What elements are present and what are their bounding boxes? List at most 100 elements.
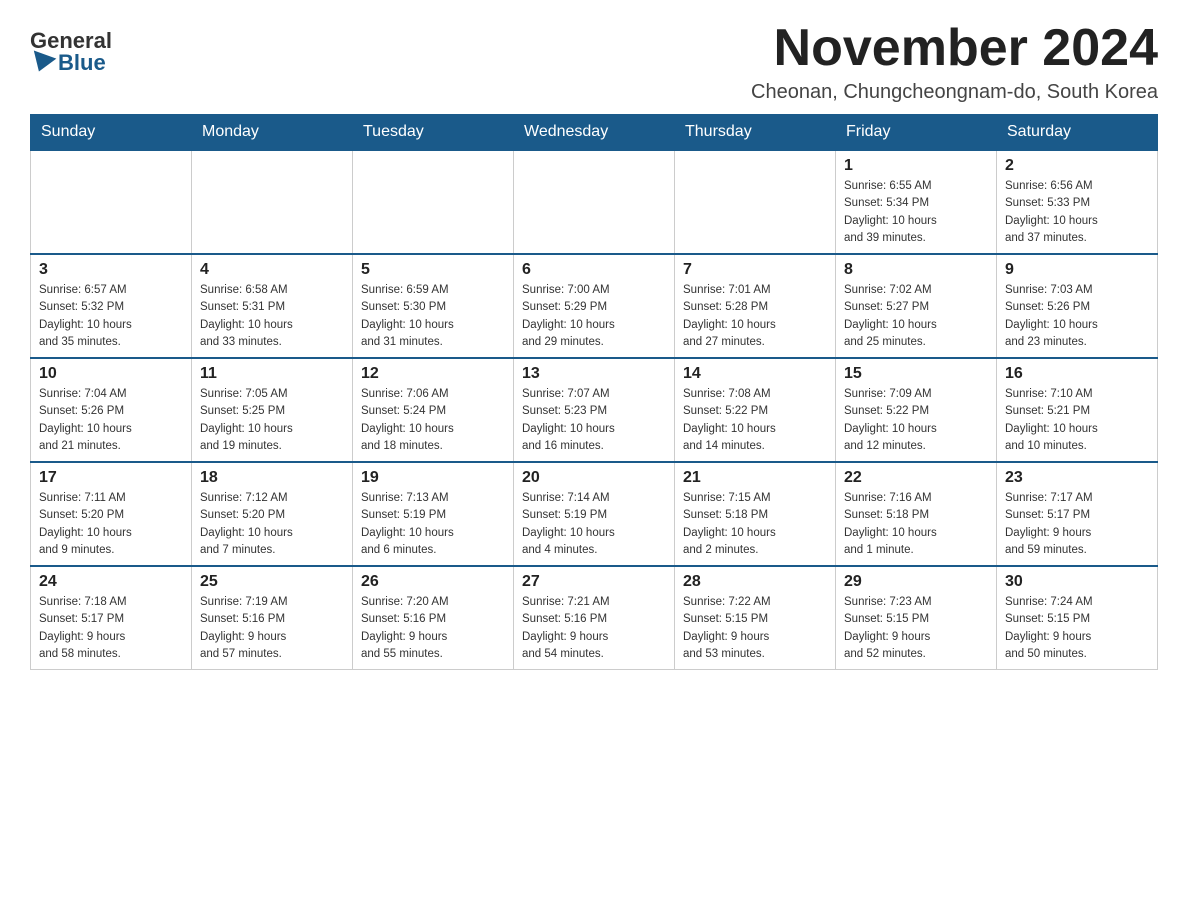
calendar-cell: 3 Sunrise: 6:57 AM Sunset: 5:32 PM Daylig… bbox=[31, 254, 192, 358]
day-number: 17 bbox=[39, 469, 183, 487]
day-info: Sunrise: 7:06 AM Sunset: 5:24 PM Dayligh… bbox=[361, 386, 505, 455]
week-row-3: 10 Sunrise: 7:04 AM Sunset: 5:26 PM Dayli… bbox=[31, 358, 1158, 462]
week-row-2: 3 Sunrise: 6:57 AM Sunset: 5:32 PM Daylig… bbox=[31, 254, 1158, 358]
week-row-1: 1 Sunrise: 6:55 AM Sunset: 5:34 PM Daylig… bbox=[31, 150, 1158, 254]
calendar-cell: 5Sunrise: 6:59 AM Sunset: 5:30 PM Daylig… bbox=[353, 254, 514, 358]
day-number: 19 bbox=[361, 469, 505, 487]
calendar-cell: 22 Sunrise: 7:16 AM Sunset: 5:18 PM Dayli… bbox=[836, 462, 997, 566]
calendar-cell: 8 Sunrise: 7:02 AM Sunset: 5:27 PM Daylig… bbox=[836, 254, 997, 358]
day-info: Sunrise: 7:18 AM Sunset: 5:17 PM Dayligh… bbox=[39, 594, 183, 663]
month-title: November 2024 bbox=[751, 20, 1158, 77]
day-info: Sunrise: 7:24 AM Sunset: 5:15 PM Dayligh… bbox=[1005, 594, 1149, 663]
calendar-cell: 14Sunrise: 7:08 AM Sunset: 5:22 PM Dayli… bbox=[675, 358, 836, 462]
day-info: Sunrise: 7:21 AM Sunset: 5:16 PM Dayligh… bbox=[522, 594, 666, 663]
week-row-5: 24 Sunrise: 7:18 AM Sunset: 5:17 PM Dayli… bbox=[31, 566, 1158, 670]
calendar-cell: 30Sunrise: 7:24 AM Sunset: 5:15 PM Dayli… bbox=[997, 566, 1158, 670]
day-number: 4 bbox=[200, 261, 344, 279]
calendar-cell: 4 Sunrise: 6:58 AM Sunset: 5:31 PM Daylig… bbox=[192, 254, 353, 358]
logo-blue-text: Blue bbox=[58, 52, 106, 74]
day-number: 9 bbox=[1005, 261, 1149, 279]
day-info: Sunrise: 7:03 AM Sunset: 5:26 PM Dayligh… bbox=[1005, 282, 1149, 351]
day-number: 29 bbox=[844, 573, 988, 591]
calendar-cell: 1 Sunrise: 6:55 AM Sunset: 5:34 PM Daylig… bbox=[836, 150, 997, 254]
calendar-cell: 11 Sunrise: 7:05 AM Sunset: 5:25 PM Dayli… bbox=[192, 358, 353, 462]
day-info: Sunrise: 7:05 AM Sunset: 5:25 PM Dayligh… bbox=[200, 386, 344, 455]
day-number: 2 bbox=[1005, 157, 1149, 175]
calendar-cell: 24 Sunrise: 7:18 AM Sunset: 5:17 PM Dayli… bbox=[31, 566, 192, 670]
title-block: November 2024 Cheonan, Chungcheongnam-do… bbox=[751, 20, 1158, 104]
calendar-cell: 19Sunrise: 7:13 AM Sunset: 5:19 PM Dayli… bbox=[353, 462, 514, 566]
calendar-cell: 28Sunrise: 7:22 AM Sunset: 5:15 PM Dayli… bbox=[675, 566, 836, 670]
day-number: 24 bbox=[39, 573, 183, 591]
day-number: 26 bbox=[361, 573, 505, 591]
week-row-4: 17 Sunrise: 7:11 AM Sunset: 5:20 PM Dayli… bbox=[31, 462, 1158, 566]
weekday-header-friday: Friday bbox=[836, 115, 997, 151]
weekday-header-monday: Monday bbox=[192, 115, 353, 151]
calendar-cell: 21Sunrise: 7:15 AM Sunset: 5:18 PM Dayli… bbox=[675, 462, 836, 566]
day-number: 27 bbox=[522, 573, 666, 591]
calendar-cell: 29Sunrise: 7:23 AM Sunset: 5:15 PM Dayli… bbox=[836, 566, 997, 670]
day-info: Sunrise: 7:01 AM Sunset: 5:28 PM Dayligh… bbox=[683, 282, 827, 351]
calendar-cell: 10 Sunrise: 7:04 AM Sunset: 5:26 PM Dayli… bbox=[31, 358, 192, 462]
calendar-cell: 25 Sunrise: 7:19 AM Sunset: 5:16 PM Dayli… bbox=[192, 566, 353, 670]
weekday-header-thursday: Thursday bbox=[675, 115, 836, 151]
location-subtitle: Cheonan, Chungcheongnam-do, South Korea bbox=[751, 81, 1158, 104]
day-number: 10 bbox=[39, 365, 183, 383]
logo: General Blue bbox=[30, 30, 112, 74]
calendar-cell: 9 Sunrise: 7:03 AM Sunset: 5:26 PM Daylig… bbox=[997, 254, 1158, 358]
day-number: 13 bbox=[522, 365, 666, 383]
calendar-table: SundayMondayTuesdayWednesdayThursdayFrid… bbox=[30, 114, 1158, 670]
calendar-cell: 12 Sunrise: 7:06 AM Sunset: 5:24 PM Dayli… bbox=[353, 358, 514, 462]
day-number: 20 bbox=[522, 469, 666, 487]
day-number: 22 bbox=[844, 469, 988, 487]
weekday-header-saturday: Saturday bbox=[997, 115, 1158, 151]
calendar-cell: 15 Sunrise: 7:09 AM Sunset: 5:22 PM Dayli… bbox=[836, 358, 997, 462]
calendar-cell: 2Sunrise: 6:56 AM Sunset: 5:33 PM Daylig… bbox=[997, 150, 1158, 254]
calendar-cell: 26 Sunrise: 7:20 AM Sunset: 5:16 PM Dayli… bbox=[353, 566, 514, 670]
logo-blue-row: Blue bbox=[30, 52, 106, 74]
calendar-cell bbox=[31, 150, 192, 254]
day-number: 12 bbox=[361, 365, 505, 383]
day-info: Sunrise: 7:02 AM Sunset: 5:27 PM Dayligh… bbox=[844, 282, 988, 351]
day-info: Sunrise: 7:15 AM Sunset: 5:18 PM Dayligh… bbox=[683, 490, 827, 559]
weekday-header-wednesday: Wednesday bbox=[514, 115, 675, 151]
weekday-header-tuesday: Tuesday bbox=[353, 115, 514, 151]
day-info: Sunrise: 6:55 AM Sunset: 5:34 PM Dayligh… bbox=[844, 178, 988, 247]
day-info: Sunrise: 7:04 AM Sunset: 5:26 PM Dayligh… bbox=[39, 386, 183, 455]
day-number: 1 bbox=[844, 157, 988, 175]
weekday-header-sunday: Sunday bbox=[31, 115, 192, 151]
day-number: 3 bbox=[39, 261, 183, 279]
weekday-header-row: SundayMondayTuesdayWednesdayThursdayFrid… bbox=[31, 115, 1158, 151]
day-number: 28 bbox=[683, 573, 827, 591]
calendar-cell: 17 Sunrise: 7:11 AM Sunset: 5:20 PM Dayli… bbox=[31, 462, 192, 566]
calendar-cell: 7 Sunrise: 7:01 AM Sunset: 5:28 PM Daylig… bbox=[675, 254, 836, 358]
day-number: 7 bbox=[683, 261, 827, 279]
day-number: 16 bbox=[1005, 365, 1149, 383]
day-info: Sunrise: 7:00 AM Sunset: 5:29 PM Dayligh… bbox=[522, 282, 666, 351]
day-info: Sunrise: 7:19 AM Sunset: 5:16 PM Dayligh… bbox=[200, 594, 344, 663]
calendar-cell bbox=[192, 150, 353, 254]
day-info: Sunrise: 6:59 AM Sunset: 5:30 PM Dayligh… bbox=[361, 282, 505, 351]
day-info: Sunrise: 7:16 AM Sunset: 5:18 PM Dayligh… bbox=[844, 490, 988, 559]
calendar-cell bbox=[514, 150, 675, 254]
day-info: Sunrise: 7:20 AM Sunset: 5:16 PM Dayligh… bbox=[361, 594, 505, 663]
calendar-cell: 6 Sunrise: 7:00 AM Sunset: 5:29 PM Daylig… bbox=[514, 254, 675, 358]
page-header: General Blue November 2024 Cheonan, Chun… bbox=[30, 20, 1158, 104]
day-info: Sunrise: 7:09 AM Sunset: 5:22 PM Dayligh… bbox=[844, 386, 988, 455]
day-number: 11 bbox=[200, 365, 344, 383]
day-info: Sunrise: 7:11 AM Sunset: 5:20 PM Dayligh… bbox=[39, 490, 183, 559]
day-info: Sunrise: 6:58 AM Sunset: 5:31 PM Dayligh… bbox=[200, 282, 344, 351]
day-number: 8 bbox=[844, 261, 988, 279]
day-info: Sunrise: 7:12 AM Sunset: 5:20 PM Dayligh… bbox=[200, 490, 344, 559]
day-number: 25 bbox=[200, 573, 344, 591]
calendar-cell: 18Sunrise: 7:12 AM Sunset: 5:20 PM Dayli… bbox=[192, 462, 353, 566]
day-info: Sunrise: 7:17 AM Sunset: 5:17 PM Dayligh… bbox=[1005, 490, 1149, 559]
day-info: Sunrise: 6:57 AM Sunset: 5:32 PM Dayligh… bbox=[39, 282, 183, 351]
logo-triangle-icon bbox=[28, 50, 57, 75]
day-number: 23 bbox=[1005, 469, 1149, 487]
calendar-cell bbox=[353, 150, 514, 254]
day-info: Sunrise: 7:07 AM Sunset: 5:23 PM Dayligh… bbox=[522, 386, 666, 455]
calendar-cell: 23 Sunrise: 7:17 AM Sunset: 5:17 PM Dayli… bbox=[997, 462, 1158, 566]
day-number: 6 bbox=[522, 261, 666, 279]
day-number: 15 bbox=[844, 365, 988, 383]
